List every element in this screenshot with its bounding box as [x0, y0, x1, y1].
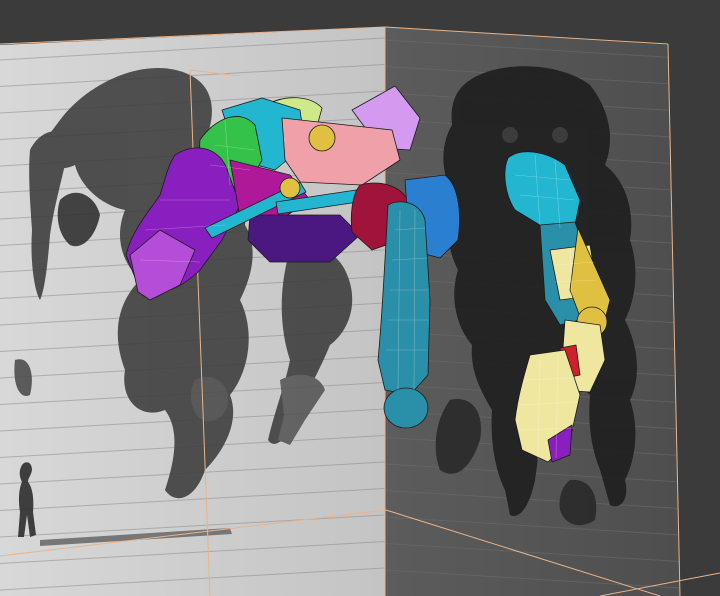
3d-viewport[interactable]	[0, 0, 720, 596]
model-part-torso-disc[interactable]	[308, 124, 336, 152]
model-part-joint-ball[interactable]	[279, 177, 301, 199]
viewport-scene[interactable]	[0, 0, 720, 596]
model-part-front-foot[interactable]	[383, 387, 429, 429]
